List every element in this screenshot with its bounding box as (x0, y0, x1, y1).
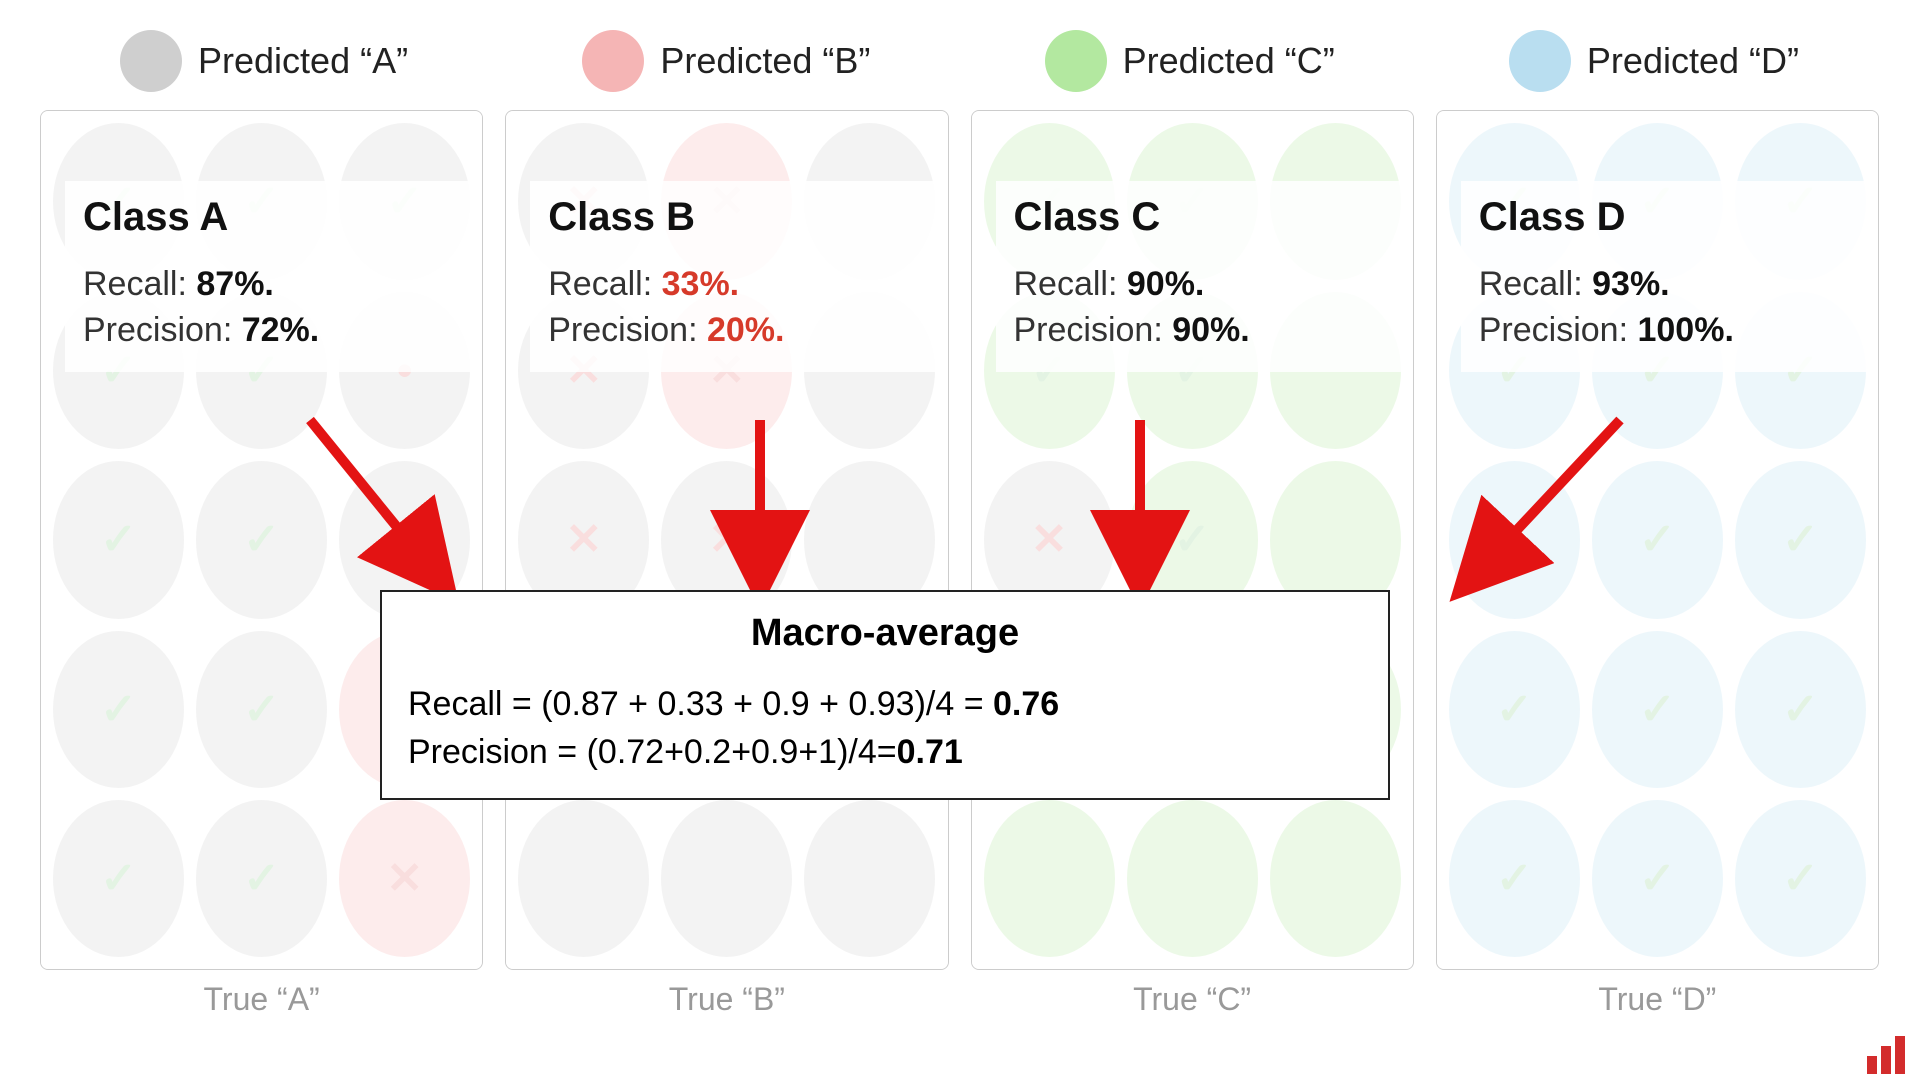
stats-card: Class CRecall: 90%.Precision: 90%. (996, 181, 1401, 372)
legend-item: Predicted “C” (1045, 30, 1335, 92)
legend-dot-icon (120, 30, 182, 92)
true-label: True “D” (1436, 981, 1879, 1018)
stats-card: Class BRecall: 33%.Precision: 20%. (530, 181, 935, 372)
true-label: True “B” (505, 981, 948, 1018)
recall-label: Recall: (1479, 265, 1592, 303)
recall-value: 93%. (1592, 265, 1670, 303)
macro-average-box: Macro-average Recall = (0.87 + 0.33 + 0.… (380, 590, 1390, 800)
true-label: True “A” (40, 981, 483, 1018)
legend-item: Predicted “A” (120, 30, 408, 92)
legend-label: Predicted “C” (1123, 40, 1335, 82)
precision-label: Precision: (548, 311, 707, 349)
class-title: Class A (83, 195, 452, 240)
macro-recall-result: 0.76 (993, 685, 1059, 723)
stats-card: Class DRecall: 93%.Precision: 100%. (1461, 181, 1866, 372)
class-panel: ✕✕✕✕✕✕✕Class BRecall: 33%.Precision: 20%… (505, 110, 948, 970)
macro-recall-prefix: Recall = (0.87 + 0.33 + 0.9 + 0.93)/4 = (408, 685, 993, 723)
precision-value: 100%. (1637, 311, 1733, 349)
precision-row: Precision: 100%. (1479, 308, 1848, 354)
legend-dot-icon (582, 30, 644, 92)
macro-title: Macro-average (408, 612, 1362, 655)
recall-row: Recall: 87%. (83, 262, 452, 308)
class-title: Class B (548, 195, 917, 240)
recall-row: Recall: 33%. (548, 262, 917, 308)
precision-value: 72%. (242, 311, 320, 349)
macro-recall-line: Recall = (0.87 + 0.33 + 0.9 + 0.93)/4 = … (408, 681, 1362, 729)
class-panel: ✓✓✓✓✕✓✓✓Class CRecall: 90%.Precision: 90… (971, 110, 1414, 970)
macro-precision-line: Precision = (0.72+0.2+0.9+1)/4=0.71 (408, 729, 1362, 777)
precision-value: 90%. (1172, 311, 1250, 349)
precision-row: Precision: 20%. (548, 308, 917, 354)
macro-precision-prefix: Precision = (0.72+0.2+0.9+1)/4= (408, 733, 897, 771)
recall-row: Recall: 93%. (1479, 262, 1848, 308)
legend-label: Predicted “A” (198, 40, 408, 82)
legend-dot-icon (1509, 30, 1571, 92)
legend-label: Predicted “D” (1587, 40, 1799, 82)
class-panels: ✓✓✓✓✓•✓✓✓✓✓✕✓✓✕Class ARecall: 87%.Precis… (40, 110, 1879, 970)
brand-logo-icon (1867, 1036, 1905, 1074)
legend-label: Predicted “B” (660, 40, 870, 82)
stats-card: Class ARecall: 87%.Precision: 72%. (65, 181, 470, 372)
legend-item: Predicted “D” (1509, 30, 1799, 92)
precision-label: Precision: (1479, 311, 1638, 349)
legend-item: Predicted “B” (582, 30, 870, 92)
recall-row: Recall: 90%. (1014, 262, 1383, 308)
legend-dot-icon (1045, 30, 1107, 92)
legend: Predicted “A” Predicted “B” Predicted “C” P… (120, 30, 1799, 92)
precision-label: Precision: (1014, 311, 1173, 349)
recall-label: Recall: (548, 265, 661, 303)
macro-precision-result: 0.71 (897, 733, 963, 771)
class-title: Class D (1479, 195, 1848, 240)
precision-value: 20%. (707, 311, 785, 349)
true-labels-row: True “A” True “B” True “C” True “D” (40, 981, 1879, 1018)
recall-label: Recall: (83, 265, 196, 303)
class-title: Class C (1014, 195, 1383, 240)
recall-label: Recall: (1014, 265, 1127, 303)
recall-value: 33%. (662, 265, 740, 303)
true-label: True “C” (971, 981, 1414, 1018)
recall-value: 87%. (196, 265, 274, 303)
class-panel: ✓✓✓✓✓•✓✓✓✓✓✕✓✓✕Class ARecall: 87%.Precis… (40, 110, 483, 970)
class-panel: ✓✓✓✓✓✓✓✓✓✓✓✓✓✓✓Class DRecall: 93%.Precis… (1436, 110, 1879, 970)
precision-row: Precision: 72%. (83, 308, 452, 354)
precision-label: Precision: (83, 311, 242, 349)
recall-value: 90%. (1127, 265, 1205, 303)
precision-row: Precision: 90%. (1014, 308, 1383, 354)
